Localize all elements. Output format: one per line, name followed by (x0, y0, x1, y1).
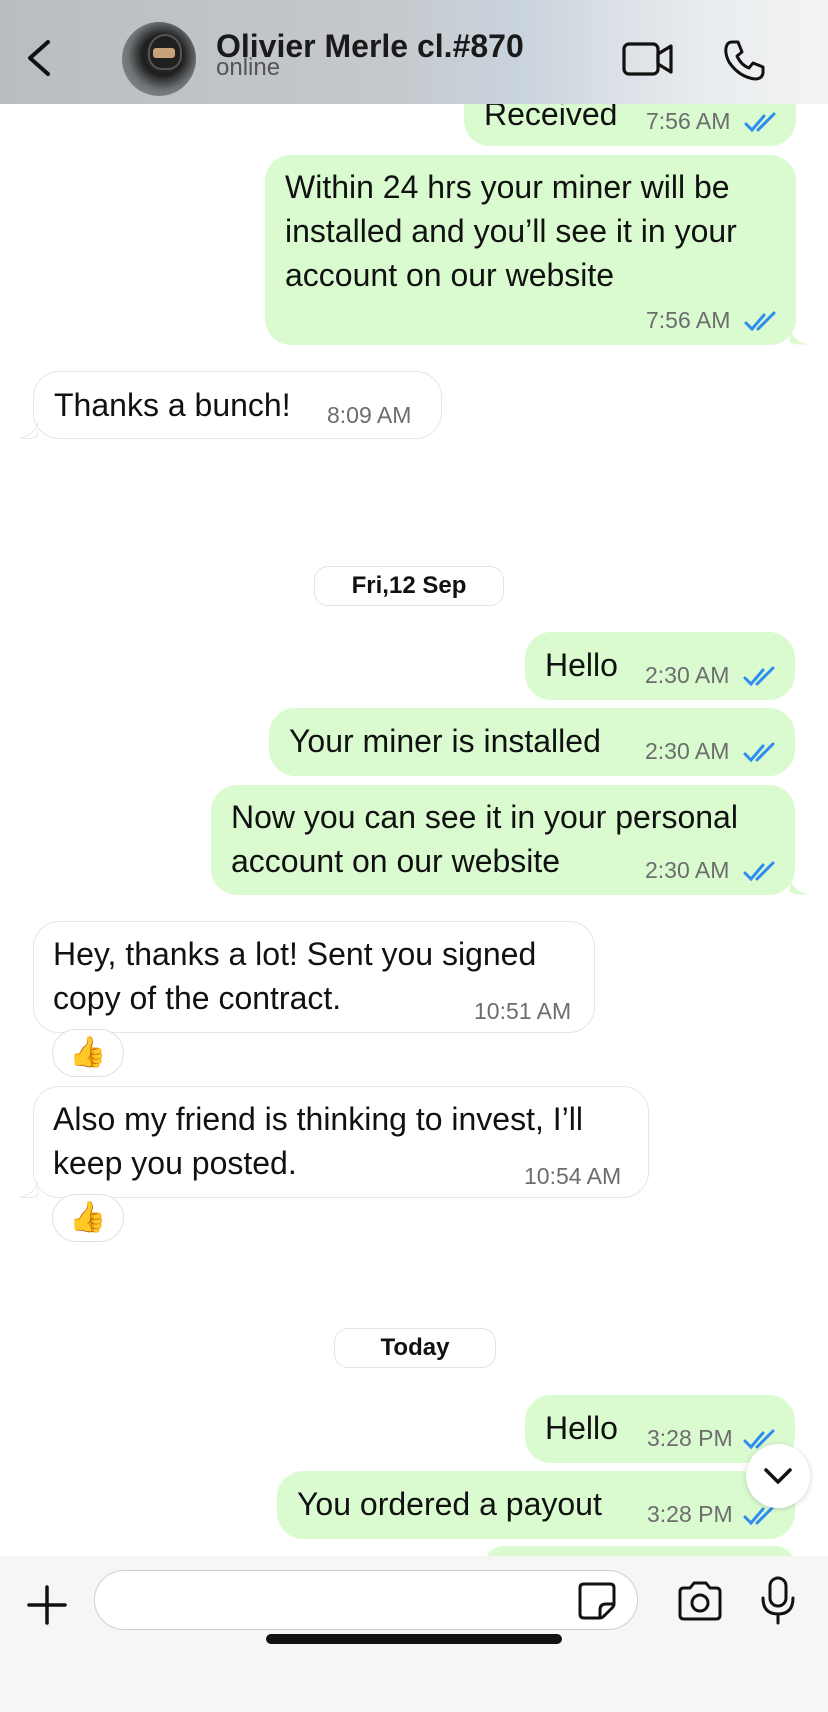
read-ticks-icon (743, 861, 775, 882)
message-time: 2:30 AM (645, 738, 730, 764)
message-time: 3:28 PM (647, 1501, 733, 1527)
camera-icon[interactable] (676, 1580, 724, 1622)
read-ticks-icon (743, 742, 775, 763)
message-text: Hello (545, 1410, 618, 1446)
message-time: 8:09 AM (327, 402, 412, 428)
read-ticks-icon (744, 311, 776, 332)
chat-header: Olivier Merle cl.#870 online (0, 0, 828, 104)
read-ticks-icon (743, 666, 775, 687)
bubble-tail (790, 878, 808, 895)
message-bubble-incoming[interactable]: Thanks a bunch! 8:09 AM (33, 371, 442, 439)
chevron-down-icon (764, 1468, 792, 1484)
plus-icon[interactable] (26, 1584, 68, 1626)
contact-status: online (216, 54, 281, 81)
sticker-icon[interactable] (576, 1580, 618, 1622)
date-separator: Today (334, 1328, 496, 1368)
message-bubble-outgoing[interactable]: Now you can see it in your personal acco… (211, 785, 795, 895)
chat-area[interactable]: Received 7:56 AM Within 24 hrs your mine… (0, 0, 828, 1556)
date-separator: Fri,12 Sep (314, 566, 504, 606)
reaction-badge[interactable]: 👍 (52, 1029, 124, 1077)
message-bubble-outgoing[interactable]: Within 24 hrs your miner will be install… (265, 155, 796, 345)
read-ticks-icon (743, 1505, 775, 1526)
message-time: 3:28 PM (647, 1425, 733, 1451)
chevron-left-icon[interactable] (20, 36, 60, 80)
reaction-badge[interactable]: 👍 (52, 1194, 124, 1242)
message-time: 10:54 AM (524, 1163, 622, 1189)
message-time: 7:56 AM (646, 307, 731, 333)
scroll-to-bottom-button[interactable] (746, 1444, 810, 1508)
microphone-icon[interactable] (760, 1576, 796, 1626)
message-text: Hello (545, 647, 618, 683)
avatar[interactable] (122, 22, 196, 96)
message-time: 2:30 AM (645, 662, 730, 688)
message-bubble-outgoing[interactable]: Your miner is installed 2:30 AM (269, 708, 795, 776)
message-text: Within 24 hrs your miner will be install… (285, 169, 737, 293)
bubble-tail (20, 422, 38, 440)
message-time: 7:56 AM (646, 108, 731, 134)
message-text: Your miner is installed (289, 723, 601, 759)
phone-icon[interactable] (722, 38, 766, 82)
message-time: 2:30 AM (645, 857, 730, 883)
read-ticks-icon (744, 112, 776, 133)
message-bubble-outgoing[interactable]: Hello 2:30 AM (525, 632, 795, 700)
message-text: Thanks a bunch! (54, 387, 291, 423)
message-input[interactable] (94, 1570, 638, 1630)
message-bubble-outgoing[interactable]: You ordered a payout 3:28 PM (277, 1471, 795, 1539)
bubble-tail (20, 1181, 38, 1199)
message-bubble-incoming[interactable]: Hey, thanks a lot! Sent you signed copy … (33, 921, 595, 1033)
message-time: 10:51 AM (474, 998, 572, 1024)
message-bubble-incoming[interactable]: Also my friend is thinking to invest, I’… (33, 1086, 649, 1198)
bubble-tail (790, 328, 808, 345)
message-bubble-outgoing[interactable] (484, 1546, 795, 1556)
home-indicator[interactable] (266, 1634, 562, 1644)
message-text: You ordered a payout (297, 1486, 602, 1522)
video-camera-icon[interactable] (622, 40, 674, 78)
